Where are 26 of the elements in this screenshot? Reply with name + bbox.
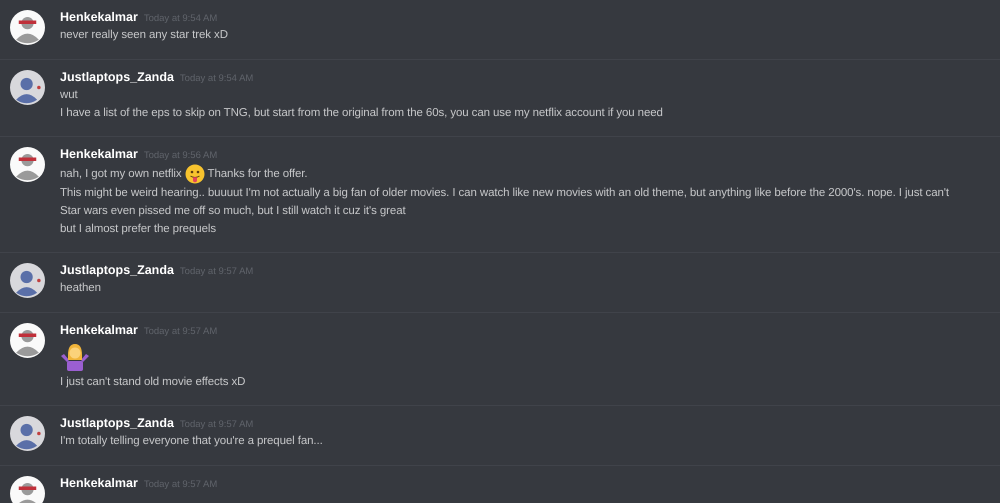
message-text: I just can't stand old movie effects xD <box>60 374 246 390</box>
message-text: nah, I got my own netflix <box>60 166 182 182</box>
username: Henkekalmar <box>60 146 138 164</box>
message-text: wut <box>60 88 79 104</box>
avatar-icon <box>10 322 45 358</box>
message-text: Thanks for the offer. <box>208 166 308 182</box>
avatar-icon <box>10 416 45 451</box>
username: Justlaptops_Zanda <box>60 262 174 278</box>
username: Henkekalmar <box>60 322 138 338</box>
message-text: This might be weird hearing.. buuuut I'm not actually a big fan of older movies. I can watch like new movies with an old theme, but anything like before the 2000's. nope. I just can't <box>60 186 950 200</box>
username: Justlaptops_Zanda <box>60 69 174 86</box>
tongue-face-icon <box>184 164 205 184</box>
message-text: Star wars even pissed me off so much, but I still watch it cuz it's great <box>60 204 407 218</box>
message-text: I have a list of the eps to skip on TNG, but start from the original from the 60s, you can use my netflix account if you need <box>60 106 664 122</box>
avatar-icon <box>10 10 45 45</box>
username: Henkekalmar <box>60 9 138 26</box>
avatar-icon <box>10 476 45 503</box>
avatar-icon <box>10 262 45 298</box>
avatar-icon <box>10 70 45 105</box>
avatar-icon <box>10 147 45 182</box>
username: Justlaptops_Zanda <box>60 414 174 432</box>
message-text: I'm totally telling everyone that you're a prequel fan... <box>60 434 324 449</box>
username: Henkekalmar <box>60 474 138 492</box>
message-text: never really seen any star trek xD <box>60 28 229 44</box>
message-text: but I almost prefer the prequels <box>60 222 217 236</box>
message-text: heathen <box>60 280 102 296</box>
